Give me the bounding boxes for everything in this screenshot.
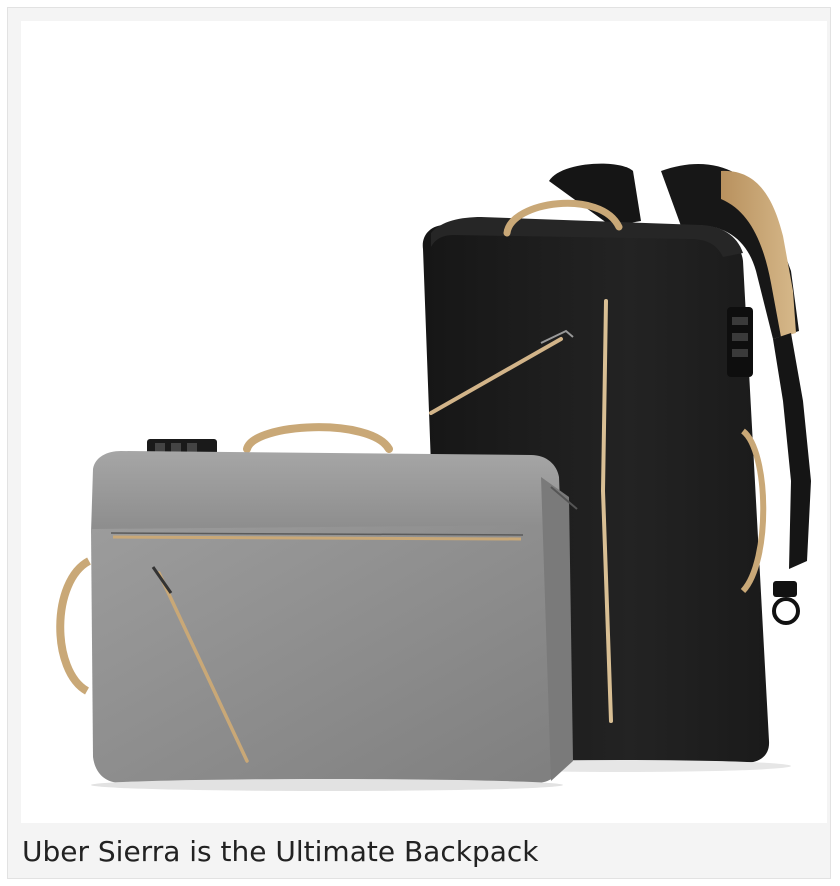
- backpack-product-photo: [21, 21, 827, 823]
- figure-card: Uber Sierra is the Ultimate Backpack: [7, 7, 831, 879]
- figure-caption: Uber Sierra is the Ultimate Backpack: [22, 835, 539, 868]
- product-illustration: [56, 163, 811, 791]
- grey-briefcase: [56, 423, 578, 791]
